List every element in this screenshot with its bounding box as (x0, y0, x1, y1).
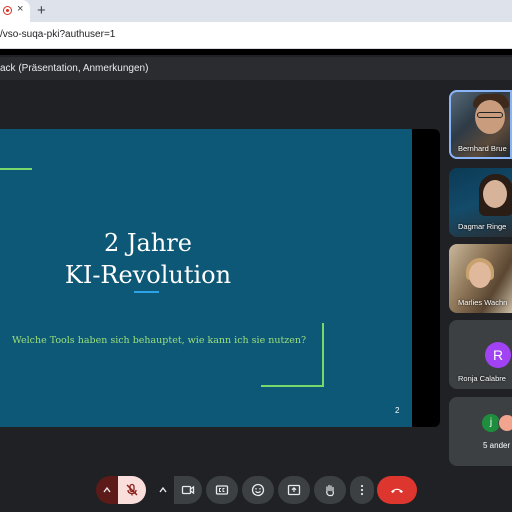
new-tab-button[interactable]: + (37, 2, 46, 19)
captions-button[interactable] (206, 476, 238, 504)
videocam-icon (181, 485, 195, 495)
camera-toggle-button[interactable] (174, 476, 202, 504)
participant-name: Bernhard Brue (458, 144, 507, 153)
call-end-icon (391, 488, 403, 493)
browser-tab[interactable]: × (0, 0, 30, 22)
browser-tab-strip: × + (0, 0, 512, 22)
url-text[interactable]: /vso-suqa-pki?authuser=1 (0, 29, 115, 40)
closed-captions-icon (215, 485, 229, 495)
raise-hand-icon (326, 484, 334, 497)
slide-title-line-2: KI-Revolution (64, 261, 232, 289)
address-bar[interactable]: /vso-suqa-pki?authuser=1 (0, 22, 512, 49)
others-tile[interactable]: j 5 ander (449, 397, 512, 466)
mic-options-button[interactable] (96, 476, 118, 504)
participant-tile[interactable]: Dagmar Ringe (449, 168, 512, 237)
participant-name: Marlies Wachn (458, 298, 508, 307)
mic-off-icon (126, 483, 138, 496)
camera-options-button[interactable] (152, 476, 174, 504)
participant-tile[interactable]: R Ronja Calabre (449, 320, 512, 389)
presentation-title: ack (Präsentation, Anmerkungen) (0, 63, 149, 74)
mic-toggle-button[interactable] (118, 476, 146, 504)
slide-subtitle: Welche Tools haben sich behauptet, wie k… (12, 335, 307, 346)
participant-face (469, 262, 491, 288)
chevron-up-icon (103, 486, 111, 493)
participant-tile[interactable]: Marlies Wachn (449, 244, 512, 313)
participant-tile[interactable]: Bernhard Brue (449, 90, 512, 159)
top-divider (0, 49, 512, 55)
recording-icon (3, 6, 12, 15)
slide-accent-line-top (0, 168, 32, 170)
participant-name: Ronja Calabre (458, 374, 506, 383)
more-options-button[interactable] (350, 476, 374, 504)
avatar (498, 414, 512, 432)
presentation-title-bar: ack (Präsentation, Anmerkungen) (0, 57, 512, 80)
slide-title: 2 Jahre KI-Revolution (0, 227, 296, 291)
reactions-button[interactable] (242, 476, 274, 504)
presentation-slide: 2 Jahre KI-Revolution Welche Tools haben… (0, 129, 412, 427)
tab-close-icon[interactable]: × (17, 3, 23, 15)
raise-hand-button[interactable] (314, 476, 346, 504)
participant-name: Dagmar Ringe (458, 222, 507, 231)
emoji-icon (251, 483, 265, 497)
slide-page-number: 2 (395, 406, 400, 415)
slide-accent-corner-vertical (322, 323, 324, 387)
slide-accent-corner-horizontal (261, 385, 324, 387)
present-screen-button[interactable] (278, 476, 310, 504)
end-call-button[interactable] (377, 476, 417, 504)
others-count: 5 ander (483, 441, 511, 450)
slide-title-line-1: 2 Jahre (104, 229, 192, 257)
avatar: R (485, 342, 511, 368)
more-vert-icon (360, 484, 364, 496)
chevron-up-icon (159, 486, 167, 493)
participant-face (483, 180, 507, 208)
present-screen-icon (287, 484, 301, 496)
title-underline (134, 291, 159, 293)
participant-glasses (477, 112, 503, 118)
